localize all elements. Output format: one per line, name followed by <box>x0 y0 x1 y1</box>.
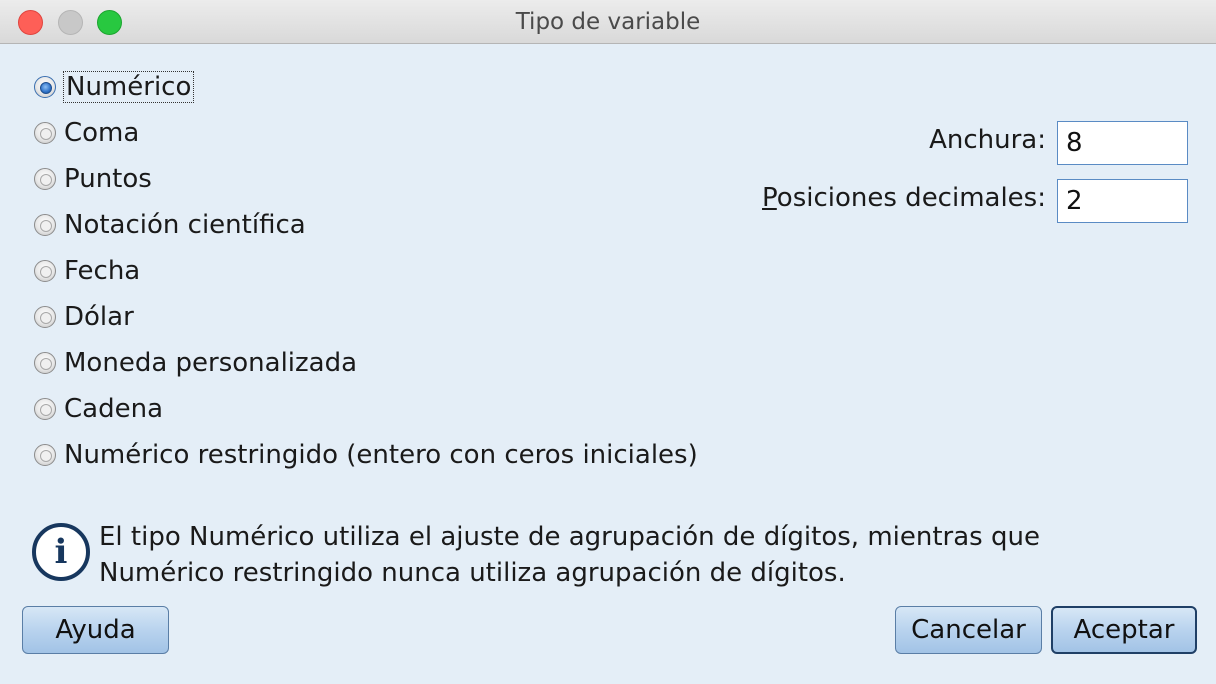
radio-option-moneda-personalizada[interactable]: Moneda personalizada <box>34 345 357 381</box>
width-label: Anchura: <box>929 125 1046 155</box>
radio-option-fecha[interactable]: Fecha <box>34 253 140 289</box>
radio-option-numerico[interactable]: Numérico <box>34 69 195 105</box>
radio-label: Notación científica <box>64 210 306 240</box>
radio-button-icon[interactable] <box>34 122 56 144</box>
dialog-content: Numérico Coma Puntos Notación científica… <box>0 45 1216 684</box>
radio-option-coma[interactable]: Coma <box>34 115 139 151</box>
decimals-label-text: osiciones decimales: <box>776 183 1046 213</box>
radio-option-puntos[interactable]: Puntos <box>34 161 152 197</box>
radio-option-dolar[interactable]: Dólar <box>34 299 134 335</box>
ok-button[interactable]: Aceptar <box>1051 606 1197 654</box>
radio-option-cadena[interactable]: Cadena <box>34 391 163 427</box>
title-bar: Tipo de variable <box>0 0 1216 44</box>
decimals-label: Posiciones decimales: <box>762 183 1046 213</box>
radio-button-icon[interactable] <box>34 398 56 420</box>
info-icon: i <box>32 523 90 581</box>
radio-button-checked-icon[interactable] <box>34 76 56 98</box>
radio-button-icon[interactable] <box>34 306 56 328</box>
radio-option-numerico-restringido[interactable]: Numérico restringido (entero con ceros i… <box>34 437 698 473</box>
radio-button-icon[interactable] <box>34 444 56 466</box>
radio-button-icon[interactable] <box>34 352 56 374</box>
decimals-input[interactable] <box>1057 179 1188 223</box>
window-title: Tipo de variable <box>515 9 701 35</box>
info-line: El tipo Numérico utiliza el ajuste de ag… <box>99 522 1040 552</box>
radio-option-notacion-cientifica[interactable]: Notación científica <box>34 207 306 243</box>
radio-label: Numérico <box>62 71 195 103</box>
help-button[interactable]: Ayuda <box>22 606 169 654</box>
radio-label: Dólar <box>64 302 134 332</box>
radio-label: Moneda personalizada <box>64 348 358 378</box>
radio-button-icon[interactable] <box>34 168 56 190</box>
radio-button-icon[interactable] <box>34 260 56 282</box>
info-message: El tipo Numérico utiliza el ajuste de ag… <box>99 519 1179 591</box>
width-input[interactable] <box>1057 121 1188 165</box>
radio-label: Coma <box>64 118 140 148</box>
info-line: Numérico restringido nunca utiliza agrup… <box>99 558 846 588</box>
radio-label: Fecha <box>64 256 141 286</box>
radio-button-icon[interactable] <box>34 214 56 236</box>
cancel-button[interactable]: Cancelar <box>895 606 1042 654</box>
radio-label: Numérico restringido (entero con ceros i… <box>64 440 698 470</box>
decimals-mnemonic: P <box>762 183 777 213</box>
radio-label: Cadena <box>64 394 163 424</box>
radio-label: Puntos <box>64 164 152 194</box>
